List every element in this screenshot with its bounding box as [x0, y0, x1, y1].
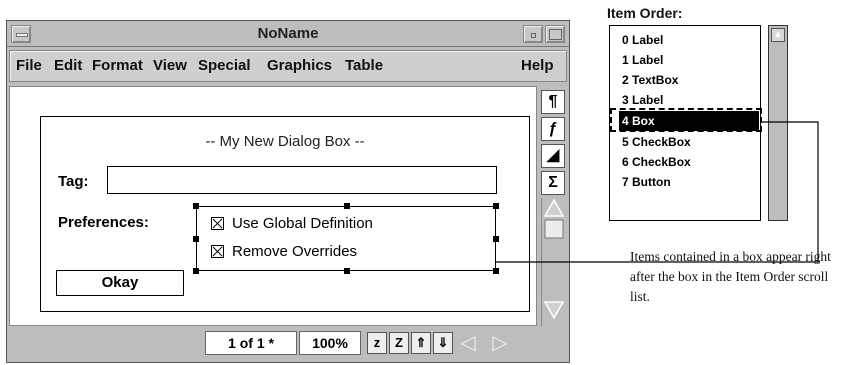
annotation-text: Items contained in a box appear right af… — [630, 249, 831, 304]
callout-line-list — [622, 121, 819, 263]
callout-lines — [496, 121, 819, 263]
